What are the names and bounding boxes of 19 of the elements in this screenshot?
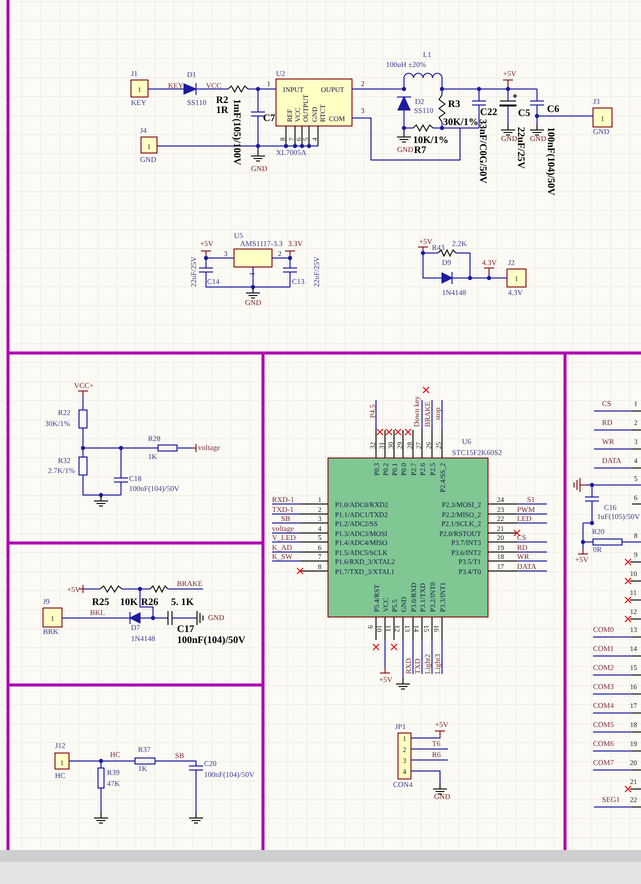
- component-value: 1mF(105)/100V: [231, 99, 242, 166]
- component-designator: C7: [263, 113, 276, 124]
- component-designator: R2: [216, 95, 228, 106]
- component-designator: C5: [518, 108, 530, 119]
- component-value: 5. 1K: [171, 597, 194, 608]
- component-designator: R7: [414, 145, 426, 156]
- component-designator: R26: [141, 597, 158, 608]
- component-value: 30K/1%: [443, 117, 479, 128]
- component-designator: C6: [547, 104, 560, 115]
- component-value: 100nF(104)/50V: [545, 127, 556, 196]
- component-value: 1R: [216, 105, 228, 116]
- component-designator: C17: [177, 624, 194, 635]
- component-value: 33nF/C0G/50V: [477, 119, 488, 184]
- component-value: 10K: [120, 597, 138, 608]
- component-value: 100nF(104)/50V: [177, 635, 246, 646]
- component-designator: R3: [448, 99, 460, 110]
- component-designator: C22: [480, 107, 498, 118]
- component-designator: R25: [92, 597, 110, 608]
- component-value: 10K/1%: [413, 135, 449, 146]
